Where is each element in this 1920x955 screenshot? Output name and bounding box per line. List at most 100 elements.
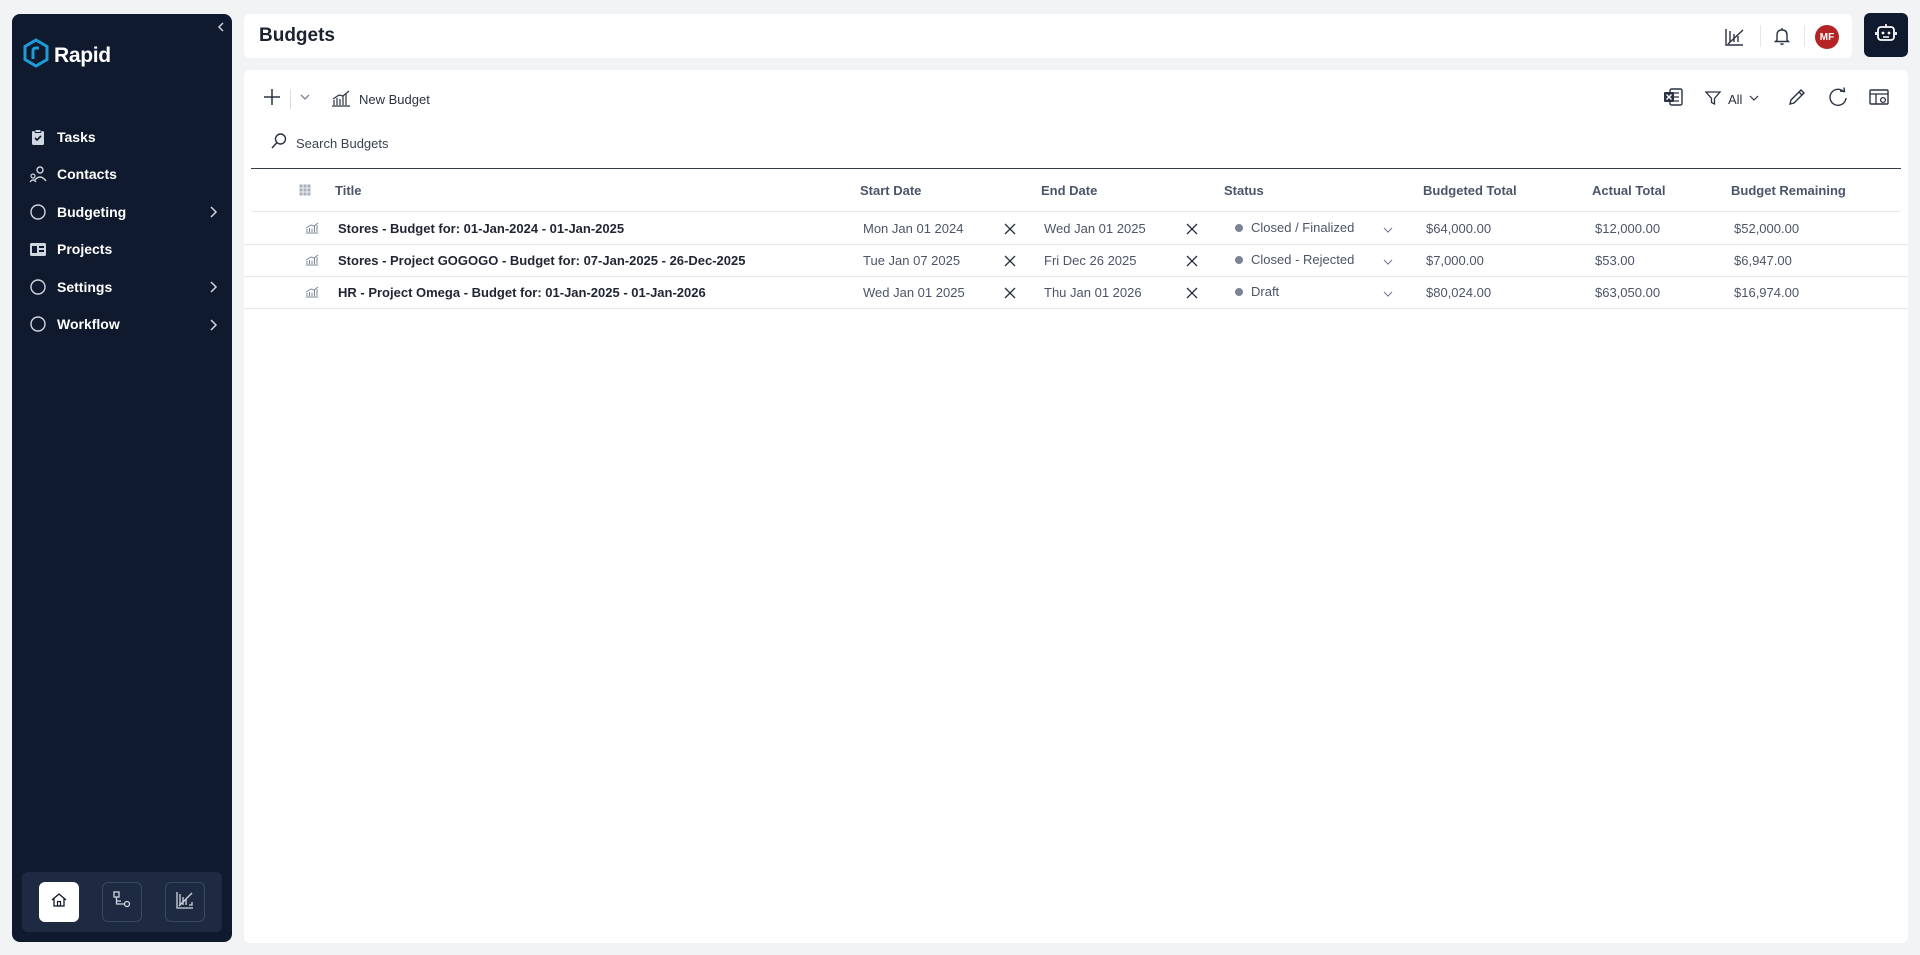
chevron-right-icon — [208, 280, 218, 299]
budgets-panel: New Budget All Search Budgets Title Star… — [244, 70, 1908, 943]
table-header: Title Start Date End Date Status Budgete… — [251, 170, 1901, 212]
filter-icon — [1704, 89, 1722, 110]
table-row[interactable]: Stores - Budget for: 01-Jan-2024 - 01-Ja… — [244, 213, 1908, 245]
home-icon — [50, 891, 68, 914]
sidebar-item-projects[interactable]: Projects — [12, 231, 232, 269]
table-row[interactable]: Stores - Project GOGOGO - Budget for: 07… — [244, 245, 1908, 277]
status-label: Closed / Finalized — [1251, 220, 1355, 235]
search-input[interactable] — [296, 136, 696, 151]
status-dot — [1235, 255, 1243, 264]
home-button[interactable] — [39, 882, 80, 922]
sidebar-item-label: Budgeting — [57, 203, 127, 220]
status-select[interactable]: Closed / Finalized — [1235, 220, 1354, 235]
clear-start-date-icon[interactable] — [1003, 286, 1017, 305]
search-icon — [270, 132, 288, 155]
end-date[interactable]: Thu Jan 01 2026 — [1044, 285, 1142, 300]
actual-total: $12,000.00 — [1595, 221, 1661, 236]
collapse-sidebar-icon[interactable] — [214, 20, 228, 34]
workflow-diagram-icon — [112, 890, 132, 915]
refresh-icon — [1827, 86, 1849, 113]
filter-dropdown[interactable]: All — [1704, 86, 1760, 112]
bell-icon[interactable] — [1772, 26, 1792, 51]
page-title: Budgets — [259, 25, 335, 46]
clear-end-date-icon[interactable] — [1185, 286, 1199, 305]
edit-button[interactable] — [1786, 86, 1808, 113]
start-date[interactable]: Mon Jan 01 2024 — [863, 221, 963, 236]
sidebar-nav: Tasks Contacts Budgeting Projects Settin… — [12, 118, 232, 343]
sidebar-item-workflow[interactable]: Workflow — [12, 306, 232, 344]
chevron-down-icon[interactable] — [1382, 287, 1394, 305]
sidebar-item-tasks[interactable]: Tasks — [12, 118, 232, 156]
toolbar-left: New Budget — [262, 86, 430, 112]
top-header: Budgets MF — [244, 14, 1852, 58]
table-row[interactable]: HR - Project Omega - Budget for: 01-Jan-… — [244, 277, 1908, 309]
excel-icon — [1662, 86, 1684, 113]
chevron-down-icon — [1748, 92, 1760, 107]
circle-icon — [29, 315, 47, 333]
sidebar-item-label: Contacts — [57, 166, 117, 183]
avatar[interactable]: MF — [1815, 25, 1839, 49]
start-date[interactable]: Wed Jan 01 2025 — [863, 285, 965, 300]
divider — [290, 89, 291, 109]
circle-icon — [29, 203, 47, 221]
refresh-button[interactable] — [1827, 86, 1849, 113]
assistant-bot-button[interactable] — [1864, 13, 1908, 57]
column-header-status[interactable]: Status — [1224, 183, 1264, 198]
contacts-icon — [29, 165, 47, 183]
column-header-budgeted-total[interactable]: Budgeted Total — [1423, 183, 1517, 198]
budget-remaining: $52,000.00 — [1734, 221, 1800, 236]
brand[interactable]: Rapid — [22, 38, 111, 73]
filter-label: All — [1728, 91, 1743, 107]
add-options-dropdown[interactable] — [299, 90, 311, 108]
chevron-down-icon — [299, 90, 311, 108]
budget-title[interactable]: Stores - Project GOGOGO - Budget for: 07… — [338, 253, 745, 268]
sidebar-item-budgeting[interactable]: Budgeting — [12, 193, 232, 231]
sidebar-item-label: Projects — [57, 241, 113, 258]
budget-title[interactable]: Stores - Budget for: 01-Jan-2024 - 01-Ja… — [338, 221, 624, 236]
column-header-end-date[interactable]: End Date — [1041, 183, 1097, 198]
add-button[interactable] — [262, 87, 282, 112]
chevron-right-icon — [208, 205, 218, 224]
workflow-diagram-button[interactable] — [101, 882, 142, 922]
chart-icon — [331, 89, 351, 110]
sidebar-item-settings[interactable]: Settings — [12, 268, 232, 306]
budget-chart-icon — [305, 222, 319, 237]
clear-end-date-icon[interactable] — [1185, 254, 1199, 273]
table-settings-button[interactable] — [1868, 86, 1890, 113]
chart-icon[interactable] — [1724, 26, 1746, 53]
end-date[interactable]: Wed Jan 01 2025 — [1044, 221, 1146, 236]
column-header-title[interactable]: Title — [335, 183, 362, 198]
budget-title[interactable]: HR - Project Omega - Budget for: 01-Jan-… — [338, 285, 706, 300]
budget-remaining: $16,974.00 — [1734, 285, 1800, 300]
divider — [1760, 25, 1761, 47]
budget-chart-icon — [305, 254, 319, 269]
sidebar-item-contacts[interactable]: Contacts — [12, 156, 232, 194]
clear-start-date-icon[interactable] — [1003, 222, 1017, 241]
search-underline — [251, 168, 1901, 169]
chart-button[interactable] — [164, 882, 205, 922]
projects-icon — [29, 240, 47, 258]
table-settings-icon — [1868, 86, 1890, 113]
new-budget-button[interactable]: New Budget — [331, 89, 430, 110]
chevron-down-icon[interactable] — [1382, 255, 1394, 273]
sidebar-item-label: Settings — [57, 278, 113, 295]
clear-end-date-icon[interactable] — [1185, 222, 1199, 241]
circle-icon — [29, 278, 47, 296]
status-select[interactable]: Closed - Rejected — [1235, 252, 1354, 267]
grid-icon[interactable] — [299, 183, 311, 201]
chevron-down-icon[interactable] — [1382, 223, 1394, 241]
sidebar-item-label: Workflow — [57, 316, 120, 333]
sidebar-quick-actions — [22, 872, 222, 932]
column-header-actual-total[interactable]: Actual Total — [1592, 183, 1665, 198]
clear-start-date-icon[interactable] — [1003, 254, 1017, 273]
column-header-start-date[interactable]: Start Date — [860, 183, 921, 198]
end-date[interactable]: Fri Dec 26 2025 — [1044, 253, 1137, 268]
column-header-budget-remaining[interactable]: Budget Remaining — [1731, 183, 1846, 198]
budgeted-total: $64,000.00 — [1426, 221, 1492, 236]
start-date[interactable]: Tue Jan 07 2025 — [863, 253, 960, 268]
export-excel-button[interactable] — [1662, 86, 1684, 113]
status-select[interactable]: Draft — [1235, 284, 1279, 299]
chevron-right-icon — [208, 318, 218, 337]
budgeted-total: $80,024.00 — [1426, 285, 1492, 300]
sidebar: Rapid Tasks Contacts Budgeting Projects … — [12, 14, 232, 942]
